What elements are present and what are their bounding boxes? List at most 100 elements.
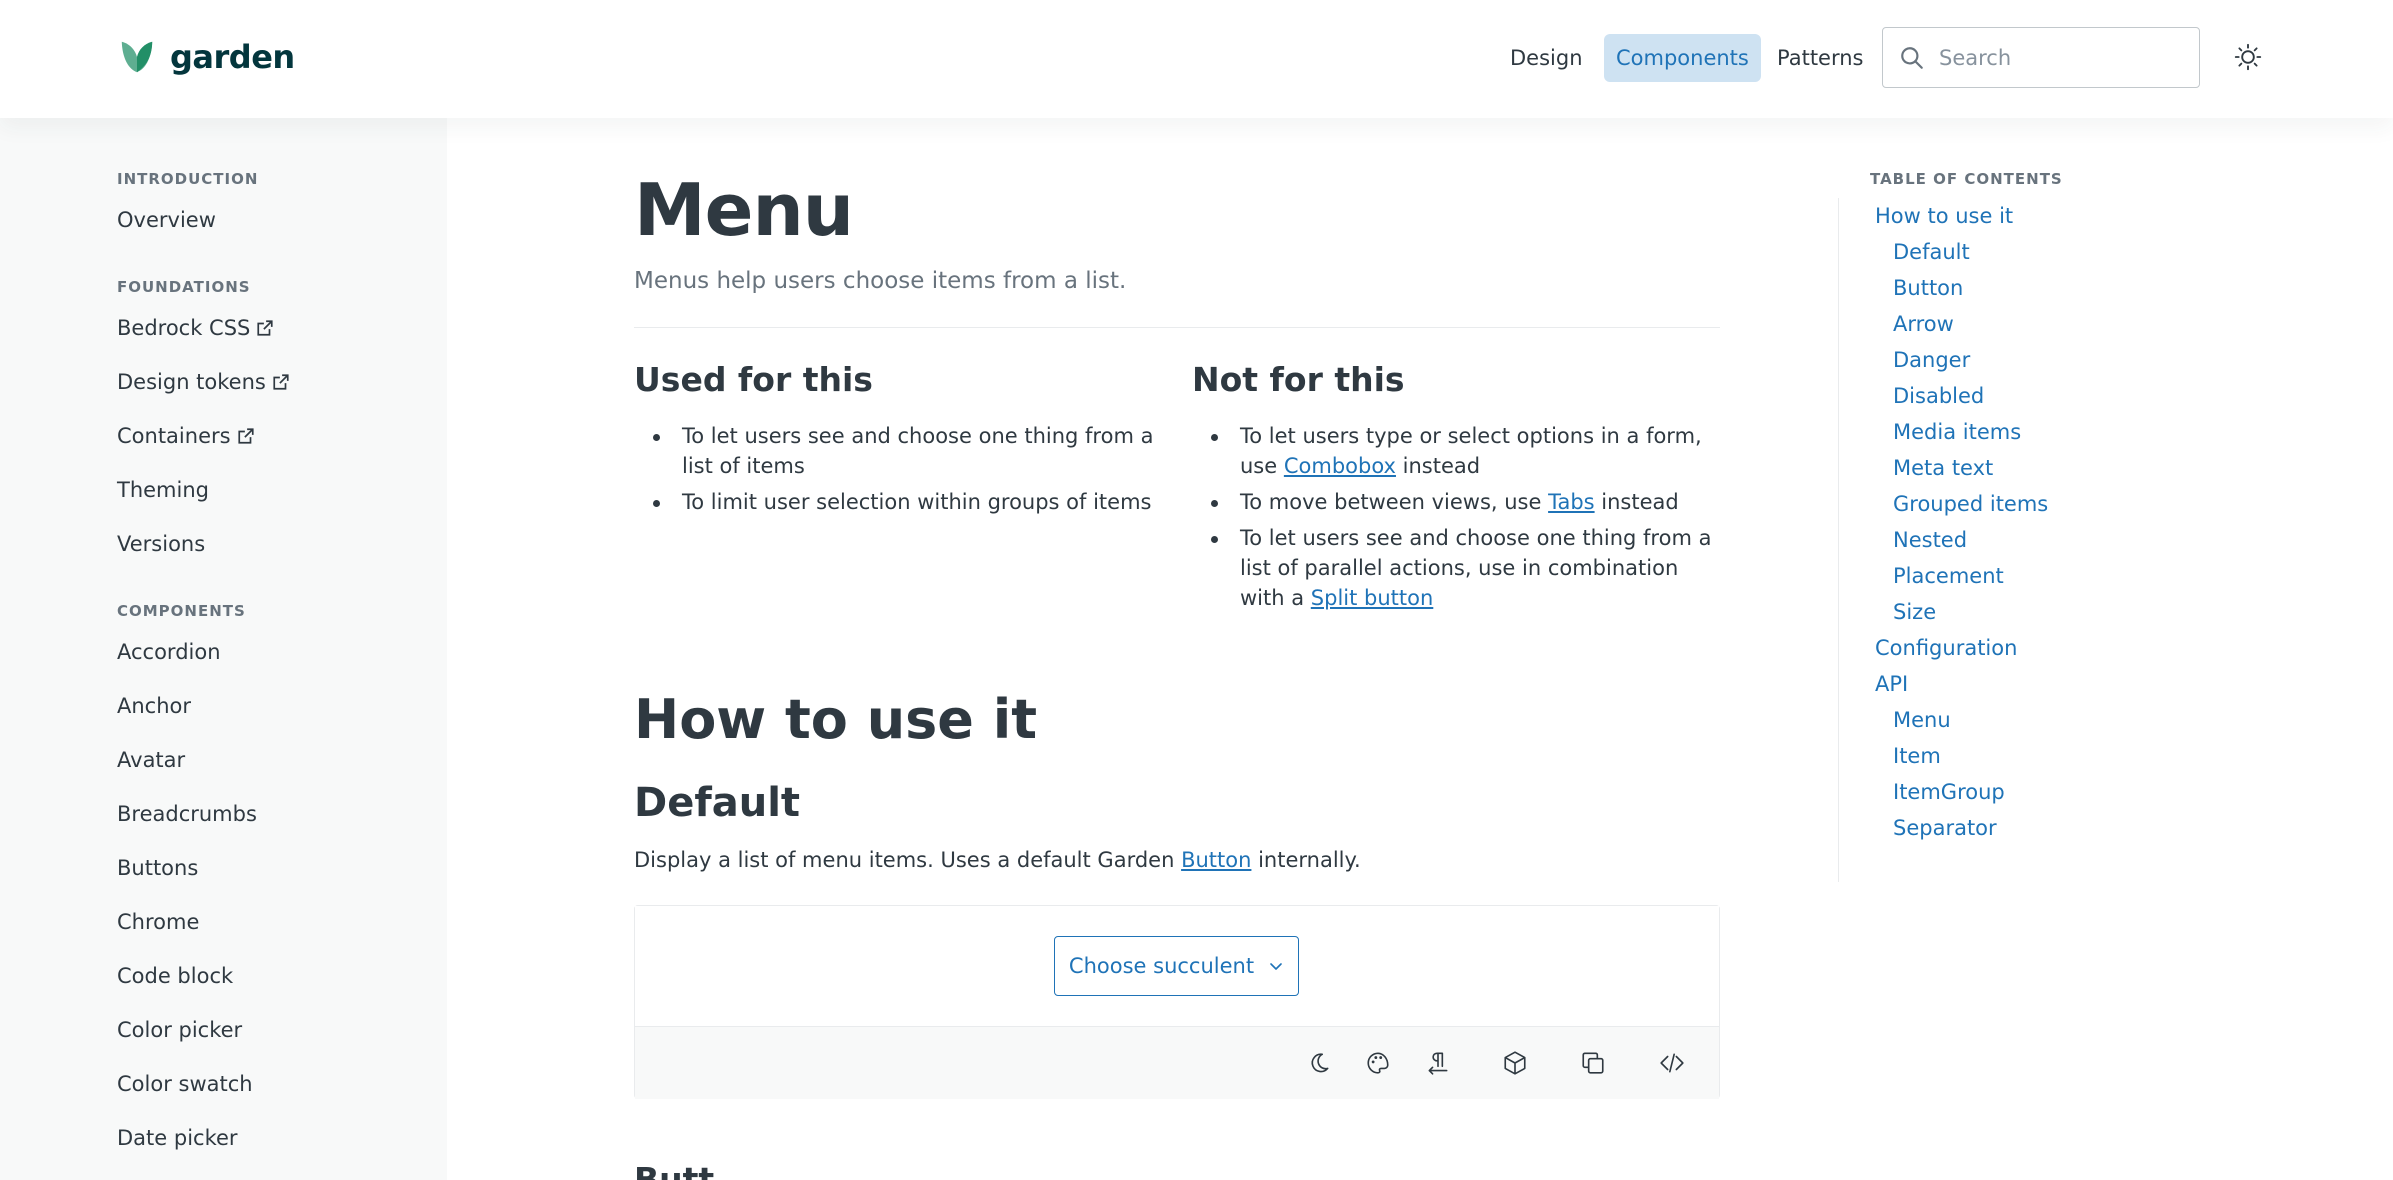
list-item: To let users see and choose one thing fr… bbox=[634, 421, 1174, 481]
sidebar-item-accordion[interactable]: Accordion bbox=[117, 640, 221, 664]
toc-item-configuration[interactable]: Configuration bbox=[1875, 636, 2017, 660]
nav-components[interactable]: Components bbox=[1604, 34, 1761, 82]
sidebar-item-overview[interactable]: Overview bbox=[117, 208, 216, 232]
split-button-link[interactable]: Split button bbox=[1311, 586, 1434, 610]
sidebar-item-code-block[interactable]: Code block bbox=[117, 964, 233, 988]
sidebar-item-buttons[interactable]: Buttons bbox=[117, 856, 198, 880]
sidebar-item-label: Theming bbox=[117, 478, 209, 502]
toc-item-item[interactable]: Item bbox=[1893, 744, 1941, 768]
toc-divider bbox=[1838, 198, 1839, 882]
choose-succulent-button[interactable]: Choose succulent bbox=[1054, 936, 1299, 996]
sidebar-item-label: Date picker bbox=[117, 1126, 238, 1150]
toc-item-separator[interactable]: Separator bbox=[1893, 816, 1997, 840]
description-text: internally. bbox=[1251, 848, 1361, 872]
description-text: Display a list of menu items. Uses a def… bbox=[634, 848, 1182, 872]
garden-leaf-icon bbox=[121, 41, 153, 73]
search-input[interactable] bbox=[1939, 45, 2179, 70]
tabs-link[interactable]: Tabs bbox=[1548, 490, 1595, 514]
sidebar-section-components: COMPONENTS bbox=[117, 602, 246, 620]
sidebar-item-label: Color picker bbox=[117, 1018, 243, 1042]
theme-toggle-button[interactable] bbox=[2232, 41, 2264, 73]
text-direction-button[interactable] bbox=[1422, 1047, 1454, 1079]
code-example: Choose succulent bbox=[634, 905, 1720, 1099]
example-preview: Choose succulent bbox=[635, 906, 1719, 1026]
sidebar-item-date-picker[interactable]: Date picker bbox=[117, 1126, 238, 1150]
list-item: To move between views, use Tabs instead bbox=[1192, 487, 1722, 517]
moon-icon bbox=[1311, 1053, 1329, 1073]
how-to-use-heading: How to use it bbox=[634, 688, 1038, 751]
text-direction-icon bbox=[1428, 1052, 1448, 1075]
toc-item-api[interactable]: API bbox=[1875, 672, 1908, 696]
toc-item-disabled[interactable]: Disabled bbox=[1893, 384, 1984, 408]
list-item-text: instead bbox=[1594, 490, 1679, 514]
sidebar-item-versions[interactable]: Versions bbox=[117, 532, 205, 556]
toc-item-placement[interactable]: Placement bbox=[1893, 564, 2004, 588]
garden-logo[interactable]: garden bbox=[118, 38, 295, 76]
toc-item-danger[interactable]: Danger bbox=[1893, 348, 1970, 372]
sidebar-item-anchor[interactable]: Anchor bbox=[117, 694, 191, 718]
used-for-heading: Used for this bbox=[634, 360, 873, 399]
chevron-down-icon bbox=[1270, 963, 1282, 970]
toc-item-media-items[interactable]: Media items bbox=[1893, 420, 2021, 444]
toc-item-grouped-items[interactable]: Grouped items bbox=[1893, 492, 2048, 516]
sidebar-item-label: Bedrock CSS bbox=[117, 316, 251, 340]
toc-item-menu[interactable]: Menu bbox=[1893, 708, 1951, 732]
sidebar-item-avatar[interactable]: Avatar bbox=[117, 748, 185, 772]
code-icon bbox=[1660, 1053, 1684, 1073]
example-toolbar bbox=[635, 1026, 1719, 1099]
toc-item-meta-text[interactable]: Meta text bbox=[1893, 456, 1993, 480]
nav-patterns[interactable]: Patterns bbox=[1765, 34, 1876, 82]
toc-item-how-to-use-it[interactable]: How to use it bbox=[1875, 204, 2013, 228]
list-item: To let users see and choose one thing fr… bbox=[1192, 523, 1722, 613]
button-heading-peek: Butt bbox=[634, 1160, 715, 1180]
sidebar-item-bedrock-css[interactable]: Bedrock CSS bbox=[117, 316, 274, 340]
palette-icon bbox=[1367, 1052, 1389, 1074]
search-box[interactable] bbox=[1882, 27, 2200, 88]
sun-icon bbox=[2234, 43, 2262, 71]
sidebar-item-containers[interactable]: Containers bbox=[117, 424, 255, 448]
external-link-icon bbox=[237, 428, 254, 444]
sidebar-section-introduction: INTRODUCTION bbox=[117, 170, 259, 188]
sidebar-item-label: Overview bbox=[117, 208, 216, 232]
sidebar-item-breadcrumbs[interactable]: Breadcrumbs bbox=[117, 802, 257, 826]
sidebar-item-color-swatch[interactable]: Color swatch bbox=[117, 1072, 253, 1096]
sandbox-icon bbox=[1504, 1051, 1526, 1075]
dark-mode-button[interactable] bbox=[1303, 1047, 1335, 1079]
toc-item-arrow[interactable]: Arrow bbox=[1893, 312, 1954, 336]
sidebar-item-label: Versions bbox=[117, 532, 206, 556]
sidebar-item-label: Anchor bbox=[117, 694, 192, 718]
sidebar-item-chrome[interactable]: Chrome bbox=[117, 910, 199, 934]
button-link[interactable]: Button bbox=[1181, 848, 1251, 872]
sidebar-item-label: Accordion bbox=[117, 640, 221, 664]
logo-text: garden bbox=[170, 38, 295, 76]
sidebar-section-foundations: FOUNDATIONS bbox=[117, 278, 251, 296]
sidebar-item-design-tokens[interactable]: Design tokens bbox=[117, 370, 290, 394]
sidebar-item-label: Avatar bbox=[117, 748, 186, 772]
toc-item-button[interactable]: Button bbox=[1893, 276, 1963, 300]
show-code-button[interactable] bbox=[1656, 1047, 1688, 1079]
page-title: Menu bbox=[634, 168, 854, 252]
list-item: To let users type or select options in a… bbox=[1192, 421, 1722, 481]
sidebar: INTRODUCTION Overview FOUNDATIONS Bedroc… bbox=[0, 118, 447, 1180]
open-sandbox-button[interactable] bbox=[1499, 1047, 1531, 1079]
sidebar-item-label: Color swatch bbox=[117, 1072, 253, 1096]
toc-item-nested[interactable]: Nested bbox=[1893, 528, 1967, 552]
sidebar-item-theming[interactable]: Theming bbox=[117, 478, 209, 502]
copy-code-button[interactable] bbox=[1577, 1047, 1609, 1079]
external-link-icon bbox=[273, 374, 289, 390]
default-description: Display a list of menu items. Uses a def… bbox=[634, 848, 1361, 872]
external-link-icon bbox=[257, 320, 273, 336]
sidebar-item-label: Breadcrumbs bbox=[117, 802, 257, 826]
button-label: Choose succulent bbox=[1068, 954, 1255, 978]
theme-palette-button[interactable] bbox=[1362, 1047, 1394, 1079]
list-item: To limit user selection within groups of… bbox=[634, 487, 1174, 517]
toc-item-size[interactable]: Size bbox=[1893, 600, 1936, 624]
sidebar-item-color-picker[interactable]: Color picker bbox=[117, 1018, 242, 1042]
sidebar-item-label: Containers bbox=[117, 424, 231, 448]
toc-item-itemgroup[interactable]: ItemGroup bbox=[1893, 780, 2005, 804]
list-item-text: instead bbox=[1395, 454, 1481, 478]
toc-item-default[interactable]: Default bbox=[1893, 240, 1970, 264]
nav-design[interactable]: Design bbox=[1498, 34, 1595, 82]
not-for-heading: Not for this bbox=[1192, 360, 1405, 399]
combobox-link[interactable]: Combobox bbox=[1284, 454, 1396, 478]
